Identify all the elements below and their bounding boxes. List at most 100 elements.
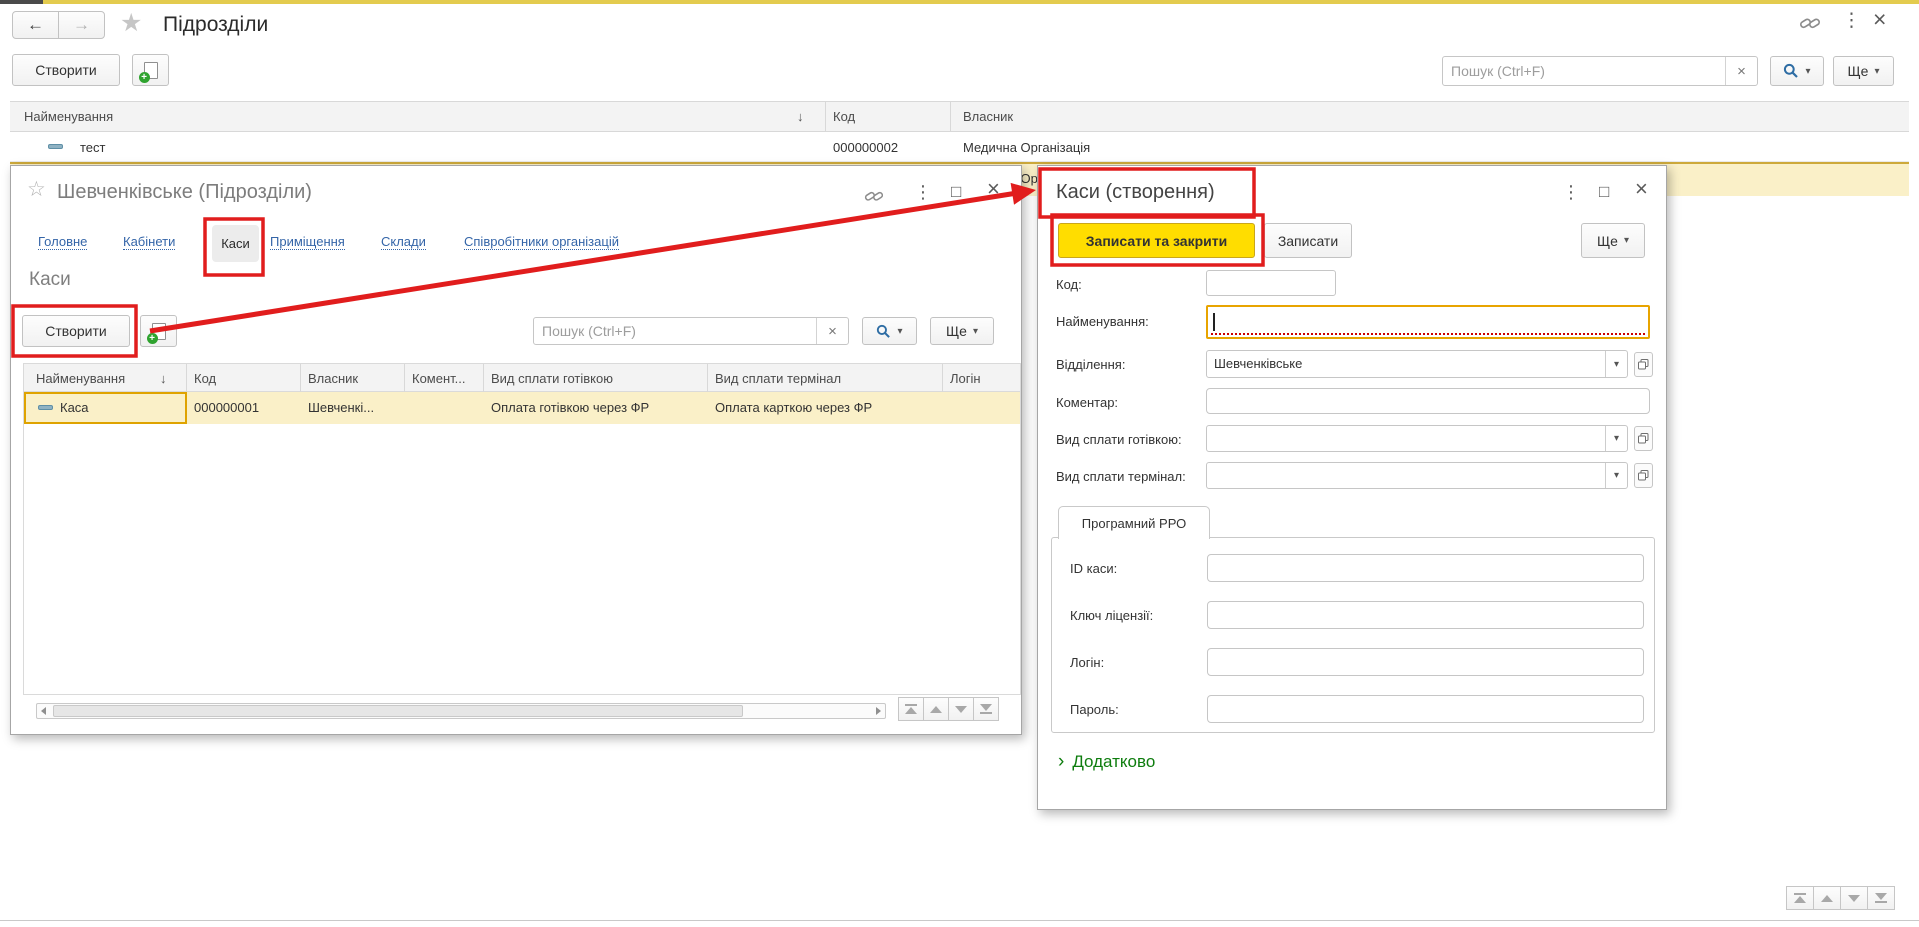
rro-tab[interactable]: Програмний РРО [1058,506,1210,539]
scroll-down-button[interactable] [1840,886,1868,910]
column-header-cash[interactable]: Вид сплати готівкою [491,371,613,386]
column-header-owner[interactable]: Власник [963,109,1013,124]
code-input[interactable] [1206,270,1336,296]
get-link-icon[interactable] [1798,12,1822,34]
save-button[interactable]: Записати [1264,223,1352,258]
chevron-down-icon: ▾ [1624,235,1629,246]
scroll-up-button[interactable] [1813,886,1841,910]
kasy-search-button[interactable]: ▾ [862,317,917,345]
copy-document-icon [144,62,158,79]
additional-expander-link[interactable]: › Додатково [1058,751,1155,773]
rro-license-input[interactable] [1207,601,1644,629]
code-label: Код: [1056,277,1082,292]
cash-payment-combo[interactable]: ▾ [1206,425,1628,452]
scroll-to-top-button[interactable] [898,697,924,721]
combo-dropdown-icon[interactable]: ▾ [1605,351,1627,377]
cash-payment-open-button[interactable] [1634,426,1653,451]
window-close-icon[interactable]: × [1873,8,1886,31]
kasa-terminal-payment: Оплата карткою через ФР [715,400,872,415]
kasy-search-input[interactable] [534,318,816,344]
rro-login-input[interactable] [1207,648,1644,676]
column-header-owner[interactable]: Власник [308,371,358,386]
create-kasa-button[interactable]: Створити [22,315,130,347]
scrollbar-left-arrow[interactable] [41,707,46,715]
tab-spivrobitnyky[interactable]: Співробітники організацій [464,234,619,250]
save-and-close-button[interactable]: Записати та закрити [1058,223,1255,258]
search-clear-icon[interactable]: × [816,318,848,344]
dialog-menu-dots-icon[interactable]: ⋮ [1562,183,1580,201]
column-divider [825,102,826,133]
terminal-payment-combo[interactable]: ▾ [1206,462,1628,489]
comment-input[interactable] [1206,388,1650,414]
department-open-button[interactable] [1634,352,1653,377]
open-form-icon [1637,469,1650,482]
sort-desc-icon[interactable]: ↓ [160,371,167,386]
column-header-comment[interactable]: Комент... [412,371,466,386]
dialog-more-button[interactable]: Ще ▾ [1581,223,1645,258]
column-header-name[interactable]: Найменування [36,371,125,386]
name-input-focused[interactable] [1206,305,1650,339]
favorite-star-outline-icon[interactable]: ☆ [27,179,46,200]
create-button[interactable]: Створити [12,54,120,86]
chevron-down-icon: ▾ [1805,66,1810,77]
tab-sklady[interactable]: Склади [381,234,426,250]
scrollbar-right-arrow[interactable] [876,707,881,715]
catalog-item-icon [38,405,53,410]
scrollbar-thumb[interactable] [53,705,743,717]
department-combo[interactable]: Шевченківське ▾ [1206,350,1628,378]
kasa-owner: Шевченкі... [308,400,374,415]
dialog-maximize-icon[interactable]: □ [1599,183,1609,200]
more-button[interactable]: Ще ▾ [1833,56,1894,86]
column-header-code[interactable]: Код [194,371,216,386]
search-input[interactable] [1443,57,1725,85]
search-clear-icon[interactable]: × [1725,57,1757,85]
search-button[interactable]: ▾ [1770,56,1824,86]
tab-kabinety[interactable]: Кабінети [123,234,175,250]
magnifier-icon [876,324,891,339]
column-header-login[interactable]: Логін [950,371,981,386]
nav-back-button[interactable]: ← [12,11,59,39]
scroll-to-bottom-button[interactable] [973,697,999,721]
dialog-close-icon[interactable]: × [1635,178,1648,200]
tab-kasy-active[interactable]: Каси [212,225,259,262]
scroll-to-top-button[interactable] [1786,886,1814,910]
forward-arrow-icon: → [73,15,90,35]
horizontal-scrollbar[interactable] [36,703,886,719]
open-form-icon [1637,432,1650,445]
kasy-search-box[interactable]: × [533,317,849,345]
nav-forward-button[interactable]: → [58,11,105,39]
scroll-to-bottom-button[interactable] [1867,886,1895,910]
get-link-icon[interactable] [863,186,885,206]
table-row[interactable]: тест 000000002 Медична Організація [10,132,1909,162]
combo-dropdown-icon[interactable]: ▾ [1605,426,1627,451]
search-box[interactable]: × [1442,56,1758,86]
combo-dropdown-icon[interactable]: ▾ [1605,463,1627,488]
rro-id-input[interactable] [1207,554,1644,582]
scroll-down-button[interactable] [948,697,974,721]
tab-holovne[interactable]: Головне [38,234,87,250]
window-menu-dots-icon[interactable]: ⋮ [1842,11,1861,30]
chevron-down-icon: ▾ [1874,66,1879,77]
kasa-row-selected[interactable]: Каса 000000001 Шевченкі... Оплата готівк… [24,392,1020,424]
kasy-more-button[interactable]: Ще ▾ [930,317,994,345]
tab-prymishchennya[interactable]: Приміщення [270,234,345,250]
department-label: Відділення: [1056,357,1125,372]
rro-password-input[interactable] [1207,695,1644,723]
column-header-terminal[interactable]: Вид сплати термінал [715,371,841,386]
column-header-name[interactable]: Найменування [24,109,113,124]
dialog-menu-dots-icon[interactable]: ⋮ [914,183,932,201]
dialog-title: Каси (створення) [1056,181,1215,204]
cash-payment-label: Вид сплати готівкою: [1056,432,1182,447]
dialog-maximize-icon[interactable]: □ [951,183,961,200]
dialog-close-icon[interactable]: × [987,178,1000,200]
create-by-copy-button[interactable] [140,315,177,347]
spellcheck-underline [1211,333,1645,335]
sort-desc-icon[interactable]: ↓ [797,109,804,124]
create-by-copy-button[interactable] [132,54,169,86]
column-header-code[interactable]: Код [833,109,855,124]
terminal-payment-open-button[interactable] [1634,463,1653,488]
top-strip-yellow [43,0,1919,4]
favorite-star-icon[interactable]: ★ [120,11,142,36]
scroll-up-button[interactable] [923,697,949,721]
row-owner: Медична Організація [963,140,1090,155]
